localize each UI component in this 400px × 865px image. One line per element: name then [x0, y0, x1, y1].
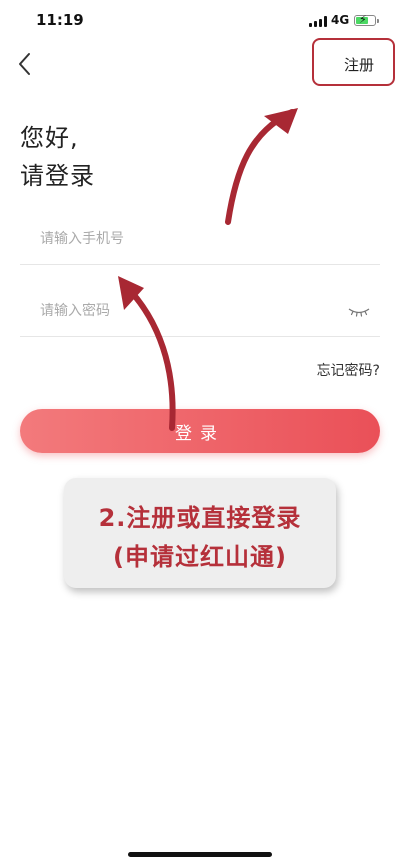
battery-icon: ⚡ [354, 13, 376, 26]
back-button[interactable] [14, 50, 38, 78]
password-field [20, 296, 380, 337]
password-input[interactable] [38, 302, 332, 320]
phone-input[interactable] [38, 230, 332, 248]
eye-closed-icon[interactable] [348, 306, 370, 318]
phone-field [20, 224, 380, 265]
greeting-line2: 请登录 [20, 162, 95, 190]
network-type: 4G [331, 13, 350, 27]
signal-icon [309, 16, 327, 27]
chevron-left-icon [19, 53, 30, 75]
callout-line2: (申请过红山通) [113, 543, 287, 571]
login-button[interactable]: 登录 [20, 409, 380, 453]
annotation-callout: 2.注册或直接登录 (申请过红山通) [64, 478, 336, 588]
callout-line1: 2.注册或直接登录 [98, 504, 302, 532]
status-time: 11:19 [36, 11, 84, 29]
arrow-to-register-icon [225, 109, 295, 225]
home-indicator[interactable] [128, 852, 272, 857]
register-button[interactable]: 注册 [344, 54, 374, 75]
greeting-line1: 您好, [20, 124, 79, 152]
arrowhead-register-icon [264, 108, 298, 134]
forgot-password-link[interactable]: 忘记密码? [317, 360, 380, 380]
